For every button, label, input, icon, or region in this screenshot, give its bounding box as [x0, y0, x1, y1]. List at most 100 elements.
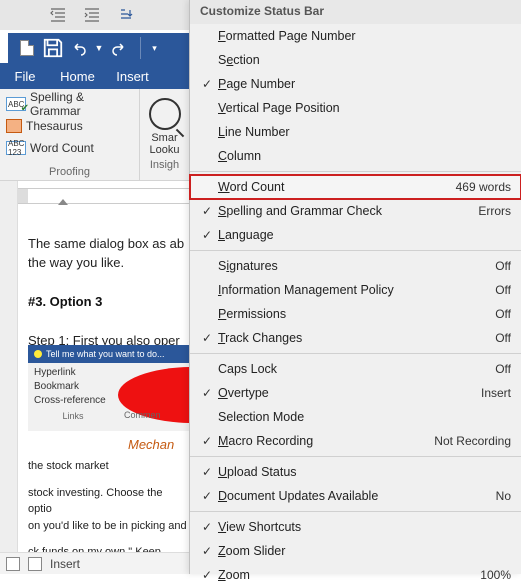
- checkmark-icon: ✓: [196, 489, 218, 503]
- menu-item-label: Column: [218, 149, 511, 163]
- menu-item-formatted-page-number[interactable]: Formatted Page Number: [190, 24, 521, 48]
- menu-title: Customize Status Bar: [190, 0, 521, 24]
- word-app-icon[interactable]: [16, 37, 38, 59]
- doc-line: the stock market: [28, 458, 189, 475]
- undo-icon[interactable]: [68, 37, 90, 59]
- thesaurus-button[interactable]: Thesaurus: [6, 115, 133, 137]
- menu-item-vertical-page-position[interactable]: Vertical Page Position: [190, 96, 521, 120]
- menu-item-label: Caps Lock: [218, 362, 495, 376]
- checkmark-icon: ✓: [196, 204, 218, 218]
- menu-item-label: Information Management Policy: [218, 283, 495, 297]
- menu-item-track-changes[interactable]: ✓Track ChangesOff: [190, 326, 521, 350]
- menu-item-value: 469 words: [456, 180, 511, 194]
- menu-item-label: Spelling and Grammar Check: [218, 204, 478, 218]
- checkmark-icon: ✓: [196, 228, 218, 242]
- indent-increase-icon[interactable]: [84, 8, 100, 22]
- menu-item-value: Off: [495, 307, 511, 321]
- menu-item-label: Zoom Slider: [218, 544, 511, 558]
- spelling-label: Spelling & Grammar: [30, 90, 133, 118]
- tab-file[interactable]: File: [0, 63, 50, 89]
- menu-item-caps-lock[interactable]: Caps LockOff: [190, 357, 521, 381]
- doc-line: stock investing. Choose the optio: [28, 485, 189, 518]
- menu-item-line-number[interactable]: Line Number: [190, 120, 521, 144]
- mini-bookmark: Bookmark: [34, 381, 112, 395]
- smart-l1: Smar: [151, 132, 177, 144]
- menu-item-label: Selection Mode: [218, 410, 511, 424]
- undo-dropdown-icon[interactable]: ▼: [94, 37, 104, 59]
- checkmark-icon: ✓: [196, 568, 218, 582]
- mini-links-label: Links: [34, 411, 112, 425]
- sort-icon[interactable]: [118, 8, 134, 22]
- ribbon-tabs: File Home Insert: [0, 63, 189, 89]
- menu-item-section[interactable]: Section: [190, 48, 521, 72]
- mini-hyperlink: Hyperlink: [34, 367, 112, 381]
- menu-item-overtype[interactable]: ✓OvertypeInsert: [190, 381, 521, 405]
- checkmark-icon: ✓: [196, 77, 218, 91]
- menu-item-column[interactable]: Column: [190, 144, 521, 168]
- menu-separator: [190, 511, 521, 512]
- smart-l2: Looku: [150, 144, 180, 156]
- indent-decrease-icon[interactable]: [50, 8, 66, 22]
- save-icon[interactable]: [42, 37, 64, 59]
- menu-item-value: Off: [495, 283, 511, 297]
- menu-item-selection-mode[interactable]: Selection Mode: [190, 405, 521, 429]
- menu-separator: [190, 250, 521, 251]
- word-count-button[interactable]: ABC123 Word Count: [6, 137, 133, 159]
- tab-home[interactable]: Home: [50, 63, 105, 89]
- tell-me-text: Tell me what you want to do...: [46, 349, 165, 359]
- menu-item-information-management-policy[interactable]: Information Management PolicyOff: [190, 278, 521, 302]
- menu-item-document-updates-available[interactable]: ✓Document Updates AvailableNo: [190, 484, 521, 508]
- menu-separator: [190, 353, 521, 354]
- menu-item-spelling-and-grammar-check[interactable]: ✓Spelling and Grammar CheckErrors: [190, 199, 521, 223]
- menu-item-zoom[interactable]: ✓Zoom100%: [190, 563, 521, 587]
- menu-item-label: Document Updates Available: [218, 489, 496, 503]
- menu-item-signatures[interactable]: SignaturesOff: [190, 254, 521, 278]
- mech-text: Mechan: [28, 437, 189, 452]
- menu-item-zoom-slider[interactable]: ✓Zoom Slider: [190, 539, 521, 563]
- menu-item-value: No: [496, 489, 511, 503]
- redo-icon[interactable]: [108, 37, 130, 59]
- overtype-status[interactable]: Insert: [50, 557, 80, 571]
- wordcount-label: Word Count: [30, 141, 94, 155]
- tab-insert[interactable]: Insert: [105, 63, 160, 89]
- smart-lookup-button[interactable]: SmarLooku Insigh: [140, 89, 189, 180]
- qat-customize-icon[interactable]: ▾: [140, 37, 162, 59]
- menu-item-value: Not Recording: [434, 434, 511, 448]
- menu-separator: [190, 456, 521, 457]
- menu-item-label: Signatures: [218, 259, 495, 273]
- page-icon[interactable]: [6, 557, 20, 571]
- mini-crossref: Cross-reference: [34, 395, 112, 409]
- lightbulb-icon: [34, 350, 42, 358]
- menu-item-label: Zoom: [218, 568, 480, 582]
- spelling-grammar-button[interactable]: ABC✔ Spelling & Grammar: [6, 93, 133, 115]
- horizontal-ruler[interactable]: [18, 188, 189, 204]
- menu-item-macro-recording[interactable]: ✓Macro RecordingNot Recording: [190, 429, 521, 453]
- menu-item-value: Off: [495, 259, 511, 273]
- menu-item-label: Macro Recording: [218, 434, 434, 448]
- doc-line: on you'd like to be in picking and: [28, 518, 189, 535]
- abc-check-icon: ABC✔: [6, 97, 26, 111]
- customize-statusbar-menu: Customize Status Bar Formatted Page Numb…: [189, 0, 521, 574]
- checkmark-icon: ✓: [196, 331, 218, 345]
- proofing-group-label: Proofing: [0, 166, 139, 178]
- menu-item-word-count[interactable]: Word Count469 words: [190, 175, 521, 199]
- insights-group-label: Insigh: [150, 159, 179, 171]
- magnifier-icon: [149, 98, 181, 130]
- menu-item-value: Off: [495, 362, 511, 376]
- status-bar[interactable]: Insert: [0, 552, 189, 574]
- macro-rec-icon[interactable]: [28, 557, 42, 571]
- embedded-image: Tell me what you want to do... Hyperlink…: [28, 345, 189, 577]
- checkmark-icon: ✓: [196, 465, 218, 479]
- menu-item-upload-status[interactable]: ✓Upload Status: [190, 460, 521, 484]
- titlebar-fragment: [0, 0, 189, 30]
- menu-item-value: 100%: [480, 568, 511, 582]
- menu-item-value: Errors: [478, 204, 511, 218]
- menu-item-permissions[interactable]: PermissionsOff: [190, 302, 521, 326]
- menu-item-language[interactable]: ✓Language: [190, 223, 521, 247]
- checkmark-icon: ✓: [196, 544, 218, 558]
- checkmark-icon: ✓: [196, 520, 218, 534]
- menu-item-view-shortcuts[interactable]: ✓View Shortcuts: [190, 515, 521, 539]
- menu-item-label: Upload Status: [218, 465, 511, 479]
- vertical-ruler: [0, 181, 18, 554]
- menu-item-page-number[interactable]: ✓Page Number: [190, 72, 521, 96]
